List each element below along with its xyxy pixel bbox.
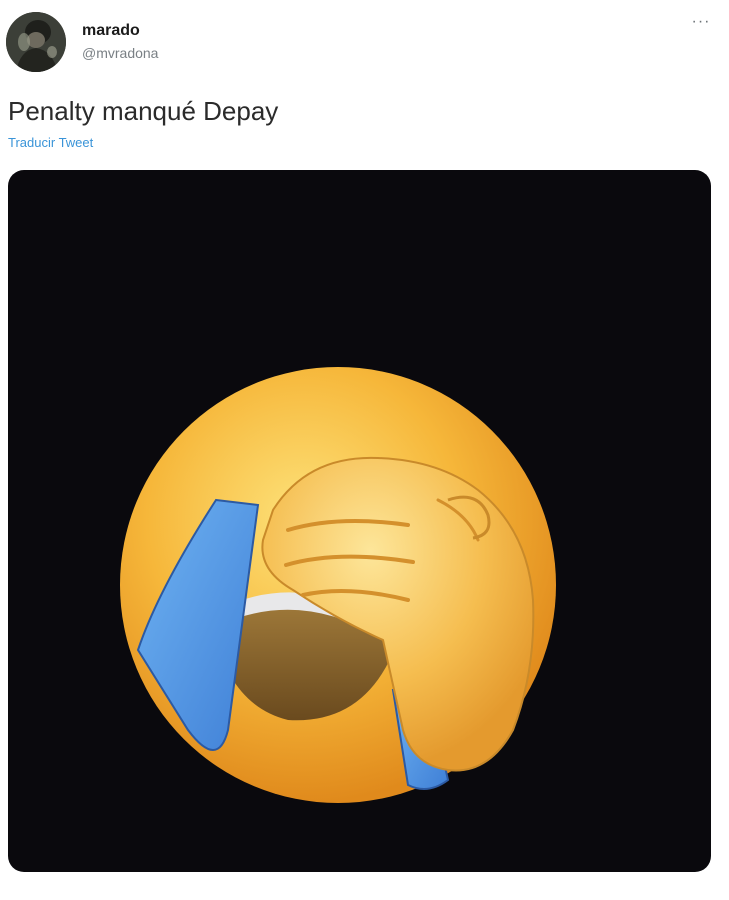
tweet-text: Penalty manqué Depay [8,96,279,126]
avatar[interactable] [6,12,66,72]
face-palm-crying-emoji [120,367,556,803]
user-handle[interactable]: @mvradona [82,43,158,63]
translate-tweet-link[interactable]: Traducir Tweet [8,135,93,151]
tweet-header: marado @mvradona ··· [6,12,717,74]
avatar-image [6,12,66,72]
display-name[interactable]: marado [82,22,158,40]
user-info: marado @mvradona [82,22,158,63]
more-options-icon[interactable]: ··· [689,14,713,32]
tweet-media[interactable] [8,170,711,872]
tweet-card: marado @mvradona ··· Penalty manqué Depa… [0,0,729,900]
